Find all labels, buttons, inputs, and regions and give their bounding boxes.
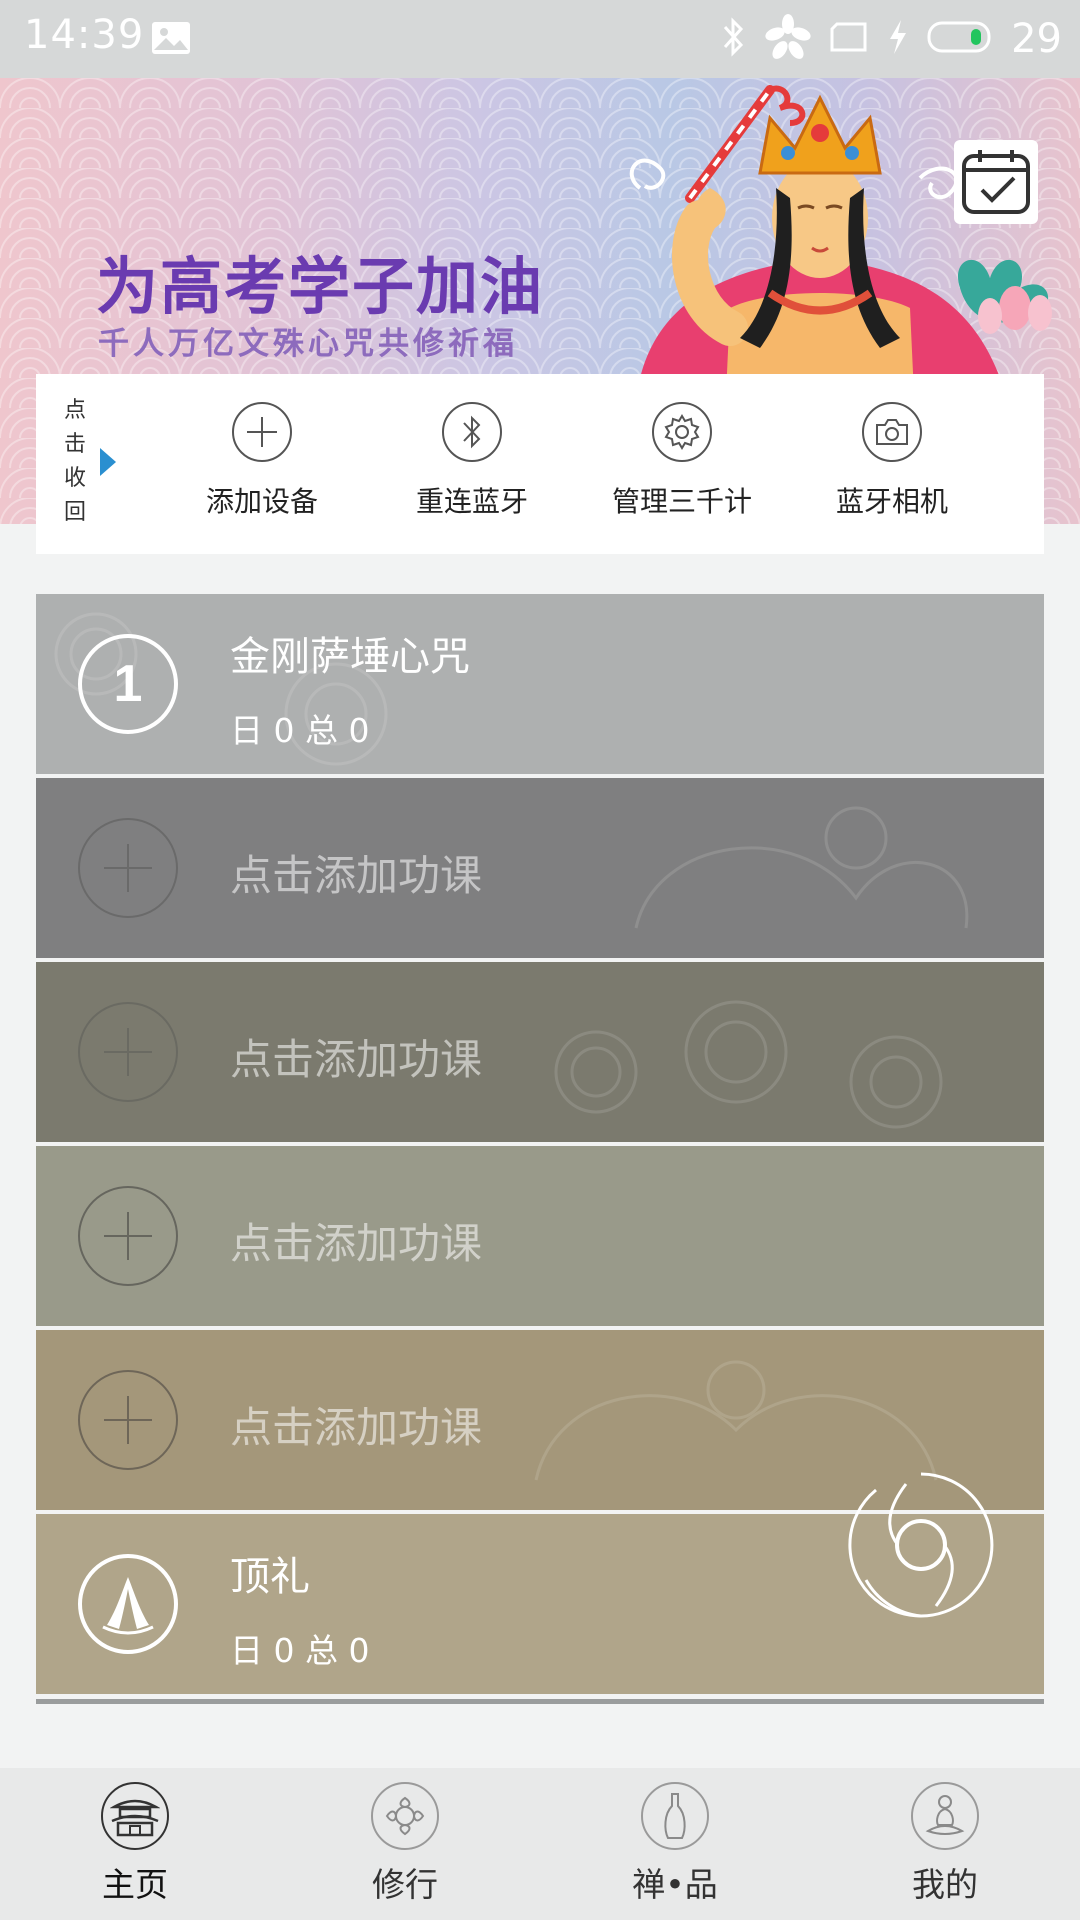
gear-icon xyxy=(652,402,712,462)
bluetooth-camera-label: 蓝牙相机 xyxy=(835,485,948,518)
meditation-icon xyxy=(911,1782,979,1850)
nav-mine-label: 我的 xyxy=(912,1865,978,1904)
bluetooth-icon xyxy=(442,402,502,462)
sim-icon xyxy=(829,21,869,57)
plus-icon xyxy=(78,818,178,918)
calendar-check-icon xyxy=(962,150,1030,214)
cloud-pattern xyxy=(554,1000,943,1129)
status-icons: 29 xyxy=(721,14,1062,64)
nav-zen-products[interactable]: 禅•品 xyxy=(575,1782,775,1906)
charging-icon xyxy=(887,18,909,60)
add-device-button[interactable]: 添加设备 xyxy=(172,402,352,520)
temple-icon xyxy=(101,1782,169,1850)
nav-home-label: 主页 xyxy=(102,1865,168,1904)
course-number: 1 xyxy=(113,655,143,713)
nav-mine[interactable]: 我的 xyxy=(845,1782,1045,1906)
camera-icon xyxy=(862,402,922,462)
checkin-calendar-button[interactable] xyxy=(954,140,1038,224)
add-course-slot[interactable]: 点击添加功课 xyxy=(36,778,1044,958)
plus-icon xyxy=(232,402,292,462)
manage-counter-label: 管理三千计 xyxy=(611,485,752,518)
course-stats: 日 0 总 0 xyxy=(230,1631,370,1670)
list-divider xyxy=(36,1699,1044,1704)
add-course-label: 点击添加功课 xyxy=(230,1219,483,1268)
add-course-label: 点击添加功课 xyxy=(230,1403,483,1452)
quick-actions-card: 点击收回 添加设备 重连蓝牙 管理三千计 蓝牙相机 xyxy=(36,374,1044,554)
status-bar: 14:39 29 xyxy=(0,0,1080,78)
reconnect-bluetooth-button[interactable]: 重连蓝牙 xyxy=(382,402,562,520)
disc-icon xyxy=(848,1472,994,1618)
banner-title: 为高考学子加油 xyxy=(96,250,545,323)
image-icon xyxy=(150,20,192,60)
status-time: 14:39 xyxy=(24,12,145,58)
collapse-arrow-icon xyxy=(100,448,116,476)
nav-practice-label: 修行 xyxy=(372,1865,438,1904)
collapse-toggle[interactable]: 点击收回 xyxy=(62,394,132,534)
add-device-label: 添加设备 xyxy=(205,485,318,518)
battery-icon xyxy=(927,20,993,58)
nav-zen-products-label: 禅•品 xyxy=(632,1865,718,1904)
nav-practice[interactable]: 修行 xyxy=(305,1782,505,1906)
floating-player-button[interactable] xyxy=(846,1470,996,1620)
bottom-navigation: 主页 修行 禅•品 我的 xyxy=(0,1768,1080,1920)
reconnect-bluetooth-label: 重连蓝牙 xyxy=(415,485,528,518)
course-title: 金刚萨埵心咒 xyxy=(230,634,470,680)
manage-counter-button[interactable]: 管理三千计 xyxy=(592,402,772,520)
cloud-pattern xyxy=(54,612,388,766)
praying-hands-icon xyxy=(78,1554,178,1654)
add-course-label: 点击添加功课 xyxy=(230,851,483,900)
plus-icon xyxy=(78,1002,178,1102)
add-course-slot[interactable]: 点击添加功课 xyxy=(36,1146,1044,1326)
bluetooth-icon xyxy=(721,17,747,61)
lotus-icon xyxy=(371,1782,439,1850)
nav-home[interactable]: 主页 xyxy=(35,1782,235,1906)
course-number-badge: 1 xyxy=(78,634,178,734)
course-item[interactable]: 1 金刚萨埵心咒 日 0 总 0 xyxy=(36,594,1044,774)
flower-icon xyxy=(765,14,811,64)
vase-icon xyxy=(641,1782,709,1850)
add-course-label: 点击添加功课 xyxy=(230,1035,483,1084)
bluetooth-camera-button[interactable]: 蓝牙相机 xyxy=(802,402,982,520)
course-title: 顶礼 xyxy=(230,1554,310,1600)
banner-subtitle: 千人万亿文殊心咒共修祈福 xyxy=(98,326,518,362)
plus-icon xyxy=(78,1370,178,1470)
plus-icon xyxy=(78,1186,178,1286)
add-course-slot[interactable]: 点击添加功课 xyxy=(36,962,1044,1142)
battery-level: 29 xyxy=(1011,16,1062,62)
course-stats: 日 0 总 0 xyxy=(230,711,370,750)
collapse-label: 点击收回 xyxy=(63,398,86,525)
cloud-pattern xyxy=(634,806,969,929)
